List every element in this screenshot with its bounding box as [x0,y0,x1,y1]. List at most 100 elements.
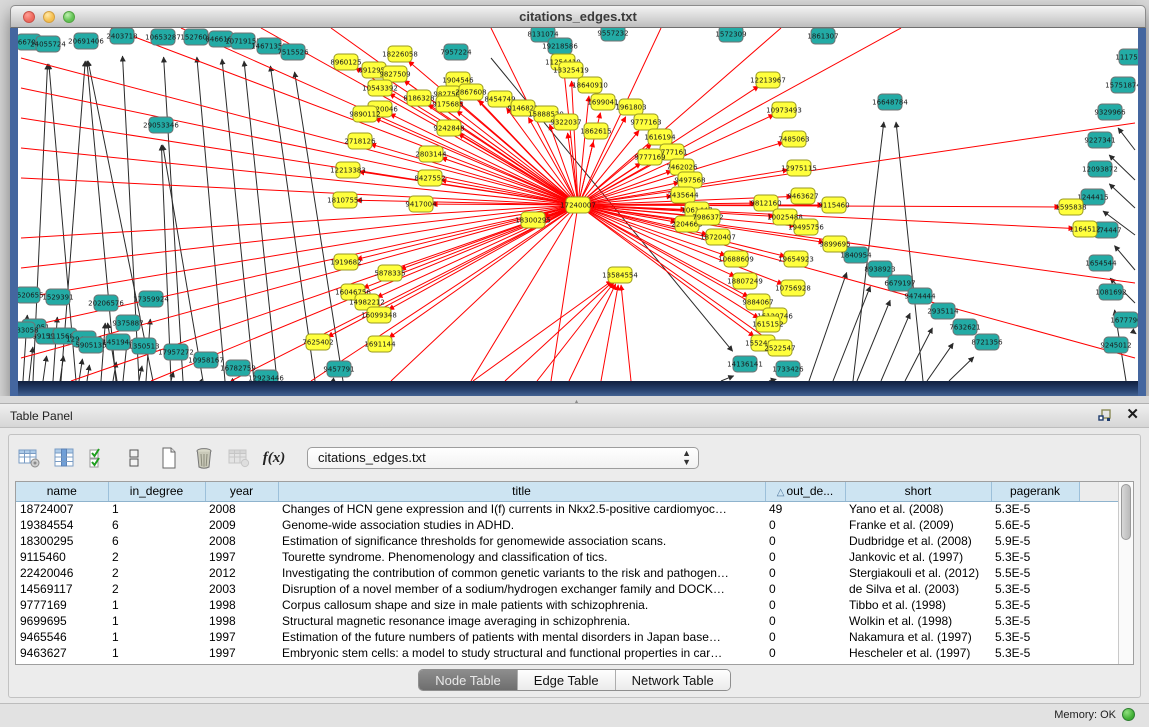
graph-node[interactable]: 15751874 [1105,77,1138,93]
table-cell[interactable]: 1 [108,597,205,613]
table-cell[interactable]: 0 [765,517,845,533]
tab-edge-table[interactable]: Edge Table [518,670,616,690]
table-cell[interactable]: 5.3E-5 [991,645,1079,661]
graph-node[interactable]: 1861307 [807,28,838,44]
table-cell[interactable]: Investigating the contribution of common… [278,565,765,581]
graph-node[interactable]: 9777169 [634,149,665,165]
graph-node[interactable]: 2403718 [106,28,137,44]
table-scrollbar[interactable] [1118,482,1133,664]
graph-node[interactable]: 9557232 [597,28,628,41]
graph-node[interactable]: 1699041 [587,94,618,110]
graph-node[interactable]: 9457791 [323,361,354,377]
graph-node[interactable]: 17359924 [133,291,169,307]
graph-node[interactable]: 12093872 [1082,161,1118,177]
table-row[interactable]: 2242004622012Investigating the contribut… [16,565,1118,581]
table-cell[interactable]: 6 [108,533,205,549]
table-cell[interactable]: 1 [108,645,205,661]
table-cell[interactable] [1079,565,1118,581]
column-header-filler[interactable] [1079,482,1118,501]
graph-node[interactable]: 1654544 [1085,255,1117,271]
graph-node[interactable]: 14136141 [727,356,763,372]
table-cell[interactable]: 18300295 [16,533,108,549]
table-cell[interactable]: Structural magnetic resonance image aver… [278,613,765,629]
table-cell[interactable]: Hescheler et al. (1997) [845,645,991,661]
table-row[interactable]: 1872400712008Changes of HCN gene express… [16,501,1118,517]
table-row[interactable]: 946362711997Embryonic stem cells: a mode… [16,645,1118,661]
table-cell[interactable]: Stergiakouli et al. (2012) [845,565,991,581]
table-cell[interactable]: Nakamura et al. (1997) [845,629,991,645]
graph-node[interactable]: 7485063 [778,131,809,147]
graph-node[interactable]: 1616194 [644,129,676,145]
table-cell[interactable]: 5.3E-5 [991,629,1079,645]
table-row[interactable]: 1830029562008Estimation of significance … [16,533,1118,549]
graph-node[interactable]: 16648784 [872,94,908,110]
graph-node[interactable]: 9890112 [349,106,380,122]
select-columns-icon[interactable] [87,446,111,470]
table-cell[interactable]: Wolkin et al. (1998) [845,613,991,629]
table-cell[interactable]: 22420046 [16,565,108,581]
table-cell[interactable]: Dudbridge et al. (2008) [845,533,991,549]
table-cell[interactable] [1079,501,1118,517]
table-cell[interactable]: 0 [765,581,845,597]
graph-node[interactable]: 2718126 [344,133,376,149]
column-header-out_de...[interactable]: △out_de... [765,482,845,501]
table-cell[interactable]: de Silva et al. (2003) [845,581,991,597]
column-header-short[interactable]: short [845,482,991,501]
graph-node[interactable]: 13584554 [602,267,638,283]
table-cell[interactable]: 9463627 [16,645,108,661]
table-cell[interactable]: 1997 [205,549,278,565]
graph-node[interactable]: 1081692 [1095,284,1126,300]
graph-node[interactable]: 8427552 [414,170,445,186]
graph-node[interactable]: 9463627 [787,188,818,204]
graph-node[interactable]: 12213383 [330,162,366,178]
table-cell[interactable]: 5.6E-5 [991,517,1079,533]
table-cell[interactable]: 9699695 [16,613,108,629]
table-cell[interactable]: 0 [765,549,845,565]
graph-node[interactable]: 9417004 [405,196,437,212]
table-cell[interactable]: 2008 [205,501,278,517]
graph-node[interactable]: 1572309 [715,28,746,42]
graph-node[interactable]: 12975115 [781,160,817,176]
graph-node[interactable]: 12213967 [750,72,786,88]
table-cell[interactable]: 2008 [205,533,278,549]
column-header-in_degree[interactable]: in_degree [108,482,205,501]
table-cell[interactable] [1079,597,1118,613]
table-cell[interactable]: 5.5E-5 [991,565,1079,581]
window-titlebar[interactable]: citations_edges.txt [10,5,1146,28]
graph-node[interactable]: 2867608 [455,84,486,100]
graph-node[interactable]: 8960125 [330,54,361,70]
close-panel-icon[interactable]: ✕ [1126,407,1139,423]
graph-node[interactable]: 1164512 [1069,221,1100,237]
table-cell[interactable]: 0 [765,613,845,629]
table-cell[interactable] [1079,581,1118,597]
graph-node[interactable]: 20691406 [68,33,104,49]
graph-node[interactable]: 9175685 [432,96,463,112]
table-cell[interactable]: 5.3E-5 [991,501,1079,517]
table-cell[interactable]: 9777169 [16,597,108,613]
graph-node[interactable]: 9375887 [112,315,143,331]
table-cell[interactable]: 1998 [205,597,278,613]
table-cell[interactable]: 9115460 [16,549,108,565]
table-cell[interactable]: 2012 [205,565,278,581]
graph-node[interactable]: 1117534 [1115,49,1138,65]
table-cell[interactable]: 49 [765,501,845,517]
graph-node[interactable]: 9227341 [1084,132,1115,148]
table-cell[interactable]: Estimation of significance thresholds fo… [278,533,765,549]
table-cell[interactable]: 1 [108,501,205,517]
scrollbar-thumb[interactable] [1121,484,1131,540]
table-row[interactable]: 969969511998Structural magnetic resonanc… [16,613,1118,629]
table-cell[interactable] [1079,613,1118,629]
import-table-icon[interactable] [227,446,251,470]
graph-node[interactable]: 8186328 [403,90,434,106]
graph-node[interactable]: 1919682 [330,254,361,270]
graph-node[interactable]: 7986372 [692,209,723,225]
table-cell[interactable]: 19384554 [16,517,108,533]
citation-graph[interactable]: 1667036240557242069140624037181065328715… [18,28,1138,381]
table-cell[interactable]: 1997 [205,629,278,645]
tab-network-table[interactable]: Network Table [616,670,730,690]
graph-node[interactable]: 7632621 [949,319,980,335]
table-cell[interactable]: 5.3E-5 [991,581,1079,597]
graph-node[interactable]: 10756928 [775,280,811,296]
column-header-name[interactable]: name [16,482,108,501]
table-cell[interactable]: 5.3E-5 [991,549,1079,565]
